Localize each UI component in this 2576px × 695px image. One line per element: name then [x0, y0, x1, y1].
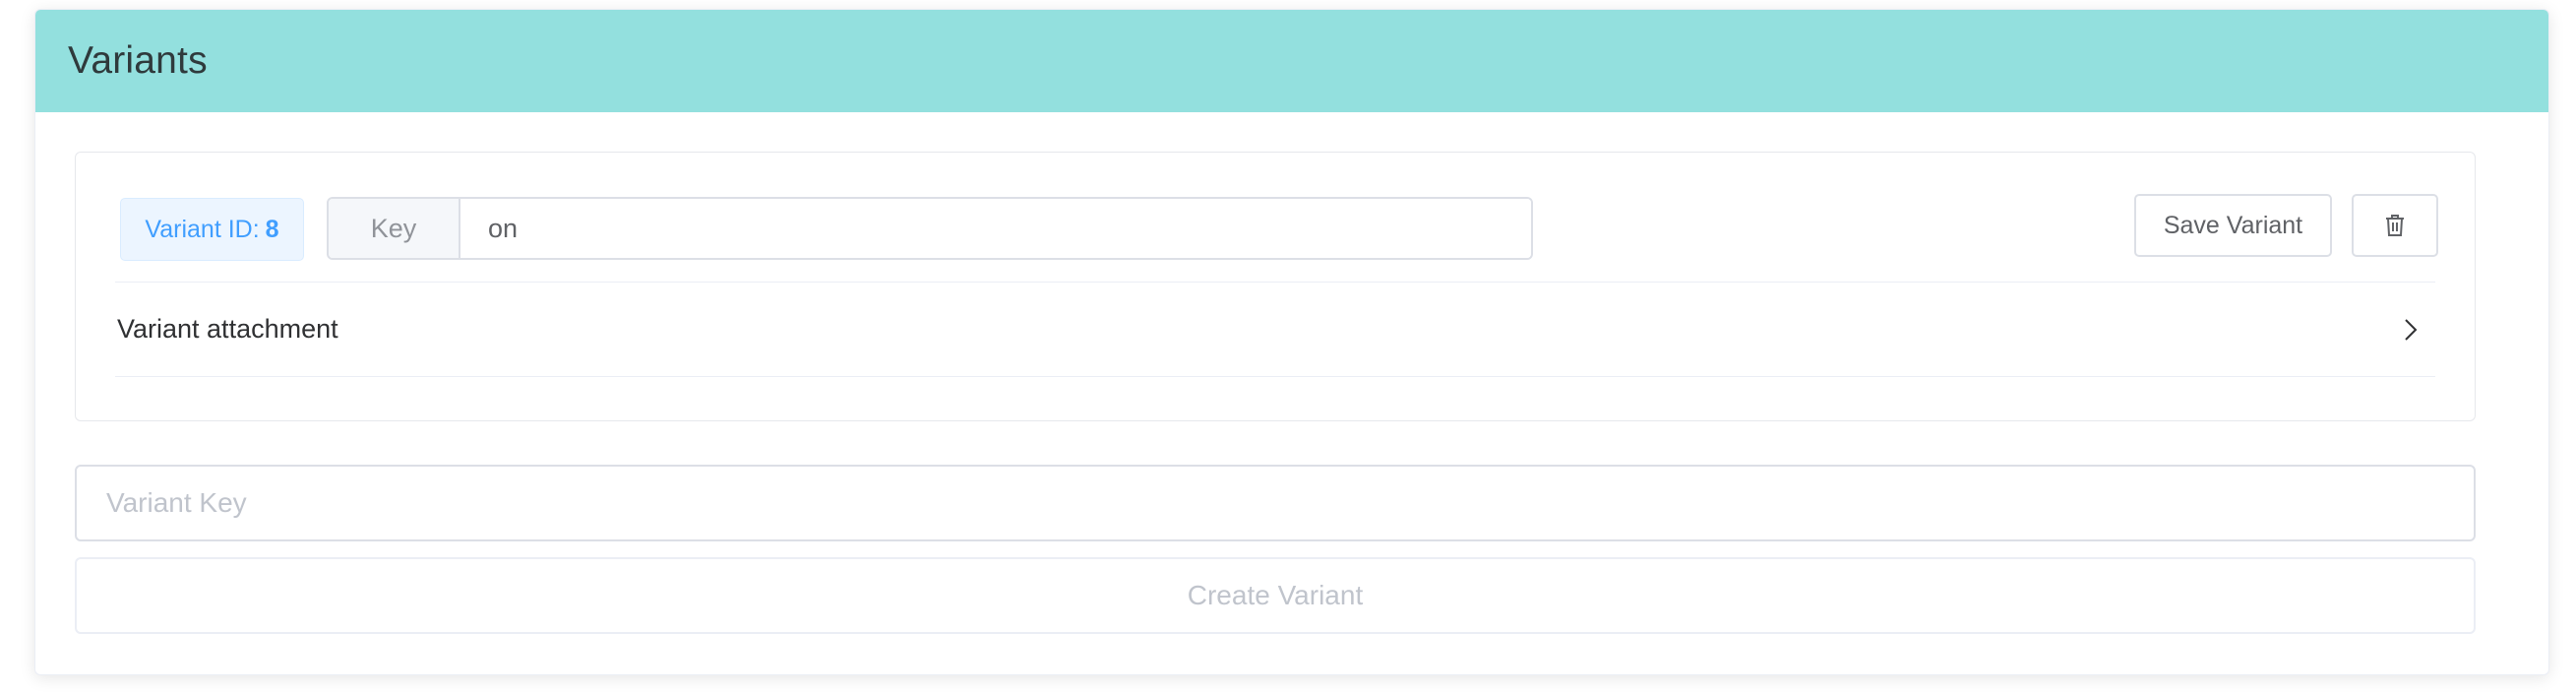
- trash-icon: [2386, 215, 2404, 236]
- card-header: Variants: [35, 10, 2548, 112]
- variant-attachment-collapse[interactable]: Variant attachment: [115, 283, 2435, 377]
- chevron-right-icon: [2405, 318, 2418, 341]
- key-prepend-label: Key: [329, 199, 460, 258]
- variant-key-input[interactable]: [460, 199, 1531, 258]
- variant-item: Variant ID: 8 Key Save Variant Variant a…: [75, 152, 2476, 421]
- new-variant-key-input[interactable]: [75, 465, 2476, 541]
- delete-variant-button[interactable]: [2352, 194, 2438, 257]
- create-variant-button[interactable]: Create Variant: [75, 557, 2476, 634]
- save-variant-button[interactable]: Save Variant: [2134, 194, 2332, 257]
- variant-key-group: Key: [327, 197, 1533, 260]
- card-title: Variants: [68, 39, 208, 82]
- variant-id-value: 8: [265, 215, 279, 243]
- variants-card: Variants Variant ID: 8 Key Save Variant …: [34, 9, 2549, 675]
- variant-id-tag: Variant ID: 8: [120, 198, 304, 261]
- variant-attachment-label: Variant attachment: [117, 314, 338, 344]
- variant-id-label: Variant ID:: [145, 215, 260, 243]
